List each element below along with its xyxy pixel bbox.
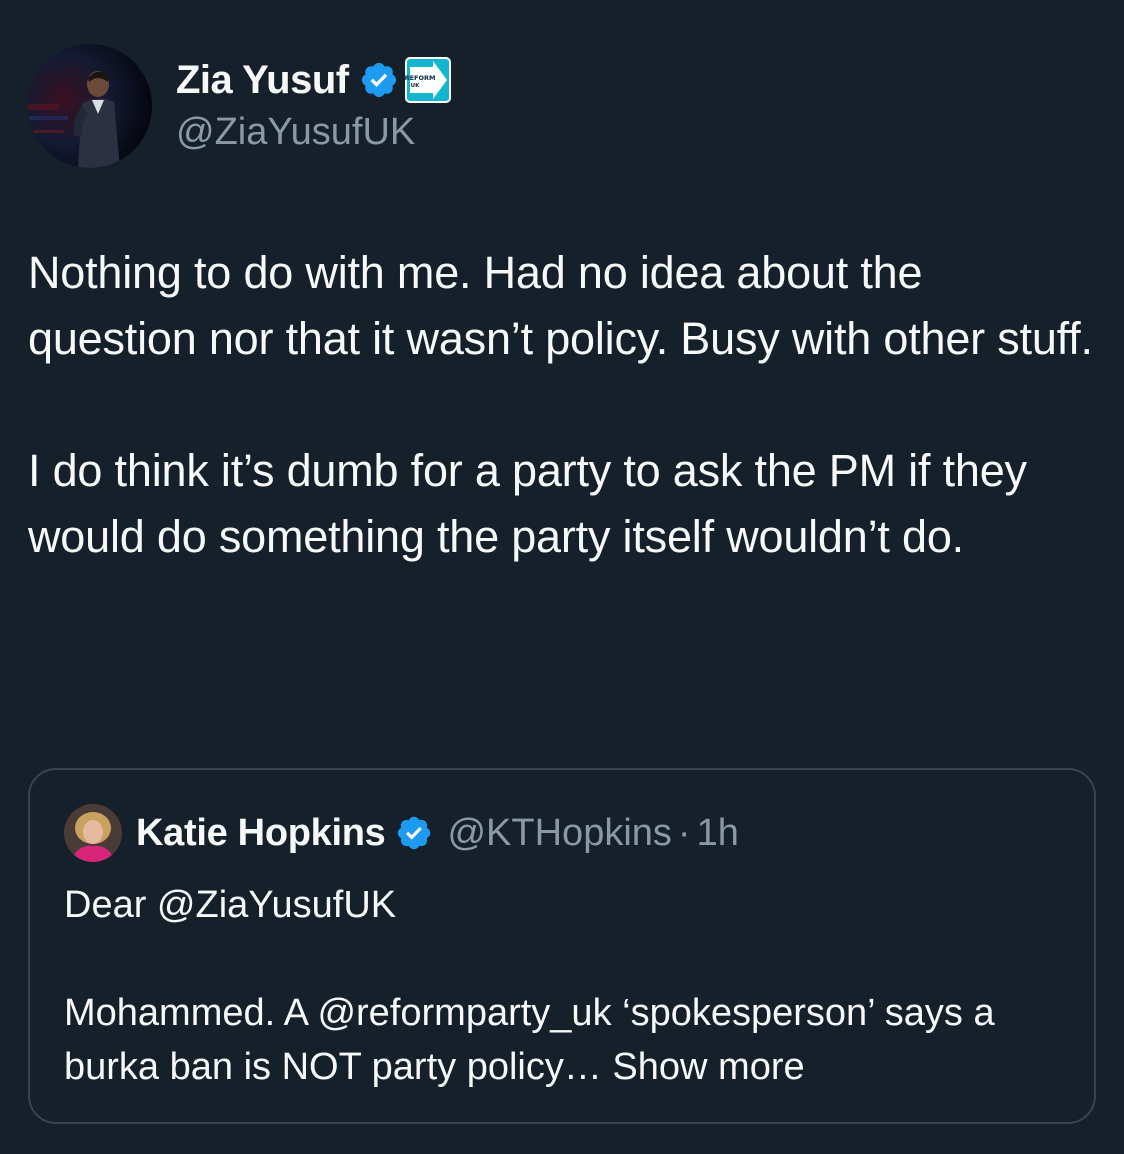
verified-badge-icon	[395, 814, 433, 852]
svg-text:UK: UK	[410, 83, 419, 89]
quoted-paragraph: Dear @ZiaYusufUK	[64, 884, 397, 926]
author-avatar[interactable]	[28, 44, 152, 168]
author-name[interactable]: Zia Yusuf	[176, 54, 349, 106]
tweet-paragraph: I do think it’s dumb for a party to ask …	[28, 445, 1027, 562]
author-avatar-image	[28, 44, 152, 168]
reform-uk-badge-icon[interactable]: REFORM UK	[404, 57, 451, 103]
quoted-tweet-header: Katie Hopkins @KTHopkins · 1h	[64, 804, 739, 862]
quoted-paragraph-text: Mohammed. A @reformparty_uk ‘spokesperso…	[64, 992, 995, 1088]
show-more-link[interactable]: Show more	[612, 1046, 804, 1088]
quoted-paragraph-last: Mohammed. A @reformparty_uk ‘spokesperso…	[64, 986, 1064, 1094]
verified-badge-icon	[359, 60, 399, 100]
quoted-tweet[interactable]: Katie Hopkins @KTHopkins · 1h Dear @ZiaY…	[28, 768, 1096, 1124]
quoted-author-handle[interactable]: @KTHopkins	[447, 812, 671, 855]
quoted-tweet-text: Dear @ZiaYusufUK Mohammed. A @reformpart…	[64, 878, 1064, 1094]
quoted-timestamp[interactable]: 1h	[697, 812, 739, 855]
tweet-text: Nothing to do with me. Had no idea about…	[28, 240, 1098, 570]
quoted-author-avatar[interactable]	[64, 804, 122, 862]
author-handle[interactable]: @ZiaYusufUK	[176, 108, 415, 156]
separator-dot: ·	[677, 811, 691, 854]
quoted-author-name[interactable]: Katie Hopkins	[136, 812, 386, 855]
tweet-paragraph: Nothing to do with me. Had no idea about…	[28, 247, 1093, 364]
tweet: Zia Yusuf REFORM UK @ZiaYusufUK Nothing …	[0, 0, 1124, 1154]
svg-text:REFORM: REFORM	[405, 74, 435, 82]
author-name-row: Zia Yusuf REFORM UK	[176, 54, 451, 106]
